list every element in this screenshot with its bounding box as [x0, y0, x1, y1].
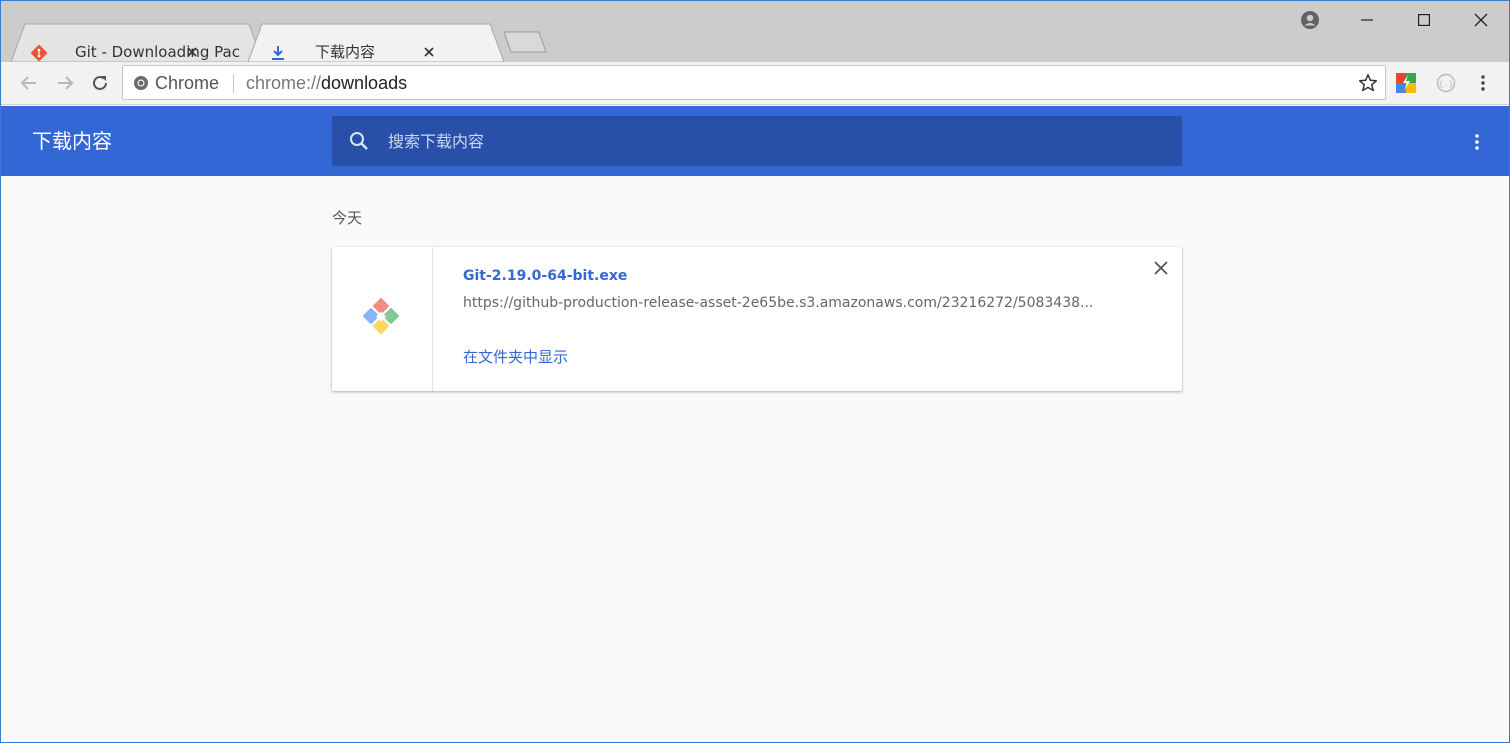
maximize-icon — [1417, 14, 1430, 26]
more-vert-icon — [1475, 134, 1479, 150]
chrome-logo-icon — [134, 76, 148, 90]
date-group-label: 今天 — [332, 209, 363, 227]
search-input[interactable] — [388, 128, 1148, 154]
tab-git-downloading[interactable]: Git - Downloading Package — [11, 23, 263, 62]
tab-close-icon[interactable] — [182, 42, 202, 62]
arrow-right-icon — [58, 76, 74, 90]
more-vert-icon — [1481, 75, 1485, 91]
reload-button[interactable] — [86, 69, 114, 97]
back-button[interactable] — [15, 69, 43, 97]
site-chip-label: Chrome — [155, 72, 220, 93]
extension-button[interactable] — [1392, 69, 1420, 97]
show-in-folder-link[interactable]: 在文件夹中显示 — [463, 346, 568, 367]
browser-menu-button[interactable] — [1469, 69, 1497, 97]
window-controls — [1338, 1, 1509, 39]
arrow-left-icon — [20, 76, 36, 90]
search-box[interactable] — [332, 116, 1182, 166]
profile-icon[interactable] — [1297, 7, 1323, 33]
url-scheme: chrome:// — [246, 73, 322, 93]
tab-downloads[interactable]: 下载内容 — [248, 23, 504, 62]
url-text[interactable]: chrome://downloads — [246, 72, 407, 94]
minimize-icon — [1360, 19, 1373, 21]
file-icon-column — [332, 247, 433, 391]
git-installer-icon — [363, 298, 399, 334]
address-bar[interactable]: Chrome chrome://downloads — [122, 65, 1386, 100]
search-icon — [350, 132, 368, 150]
tab-close-icon[interactable] — [419, 42, 439, 62]
extension-button[interactable]: {..} — [1432, 69, 1460, 97]
file-name-link[interactable]: Git-2.19.0-64-bit.exe — [463, 268, 627, 284]
downloads-menu-button[interactable] — [1465, 130, 1489, 154]
file-source-url[interactable]: https://github-production-release-asset-… — [463, 295, 1118, 311]
close-window-button[interactable] — [1452, 1, 1509, 39]
download-item: Git-2.19.0-64-bit.exe https://github-pro… — [332, 247, 1182, 391]
tab-title: 下载内容 — [315, 42, 376, 61]
close-icon — [1474, 13, 1487, 27]
site-info-chip[interactable]: Chrome — [133, 73, 219, 93]
browser-window: Git - Downloading Package 下载内容 — [0, 0, 1510, 743]
maximize-button[interactable] — [1395, 1, 1452, 39]
tab-strip: Git - Downloading Package 下载内容 — [1, 1, 1509, 62]
extension-grey-icon: {..} — [1436, 73, 1456, 93]
downloads-toolbar: 下载内容 — [1, 106, 1509, 176]
omnibox-divider — [233, 74, 234, 93]
minimize-button[interactable] — [1338, 1, 1395, 39]
browser-toolbar: Chrome chrome://downloads {..} — [1, 62, 1509, 105]
close-icon — [1154, 261, 1168, 275]
svg-text:{..}: {..} — [1438, 80, 1453, 89]
remove-item-button[interactable] — [1150, 257, 1172, 279]
tab-title: Git - Downloading Package — [75, 42, 241, 61]
url-host: downloads — [321, 73, 408, 93]
new-tab-button[interactable] — [503, 31, 547, 53]
reload-icon — [93, 75, 107, 90]
extension-colorful-icon — [1396, 73, 1416, 93]
git-logo-icon — [29, 43, 49, 63]
forward-button[interactable] — [51, 69, 79, 97]
download-icon — [268, 43, 288, 63]
page-title: 下载内容 — [32, 129, 112, 153]
bookmark-star-icon[interactable] — [1357, 72, 1379, 94]
